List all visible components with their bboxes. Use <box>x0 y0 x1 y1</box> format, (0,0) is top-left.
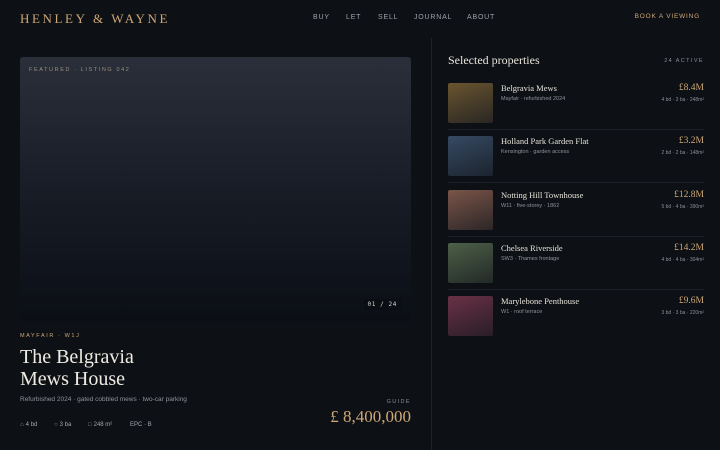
bed-icon: ⌂ <box>20 422 24 428</box>
spec-epc: EPC · B <box>130 422 152 428</box>
featured-title: The Belgravia Mews House <box>20 346 220 390</box>
bath-icon: ○ <box>54 422 58 428</box>
nav-buy[interactable]: BUY <box>313 14 330 21</box>
listing-separator <box>448 182 704 183</box>
listing-desc: SW3 · Thames frontage <box>501 256 560 262</box>
listing-specs: 2 bd · 2 ba · 148m² <box>661 150 704 156</box>
spec-baths-value: 3 ba <box>59 422 72 428</box>
listing-item[interactable]: Belgravia Mews Mayfair · refurbished 202… <box>448 83 704 123</box>
spec-area: □ 248 m² <box>88 422 112 428</box>
listing-desc: Kensington · garden access <box>501 149 570 155</box>
book-viewing-button[interactable]: BOOK A VIEWING <box>635 13 700 20</box>
column-divider <box>431 38 432 450</box>
spec-area-value: 248 m² <box>93 422 113 428</box>
nav-journal[interactable]: JOURNAL <box>414 14 452 21</box>
listing-name: Belgravia Mews <box>501 83 557 93</box>
listing-item[interactable]: Notting Hill Townhouse W11 · five-storey… <box>448 190 704 230</box>
listings-title: Selected properties <box>448 53 540 67</box>
listing-specs: 4 bd · 4 ba · 304m² <box>661 257 704 263</box>
featured-price: £ 8,400,000 <box>330 407 411 426</box>
listing-name: Marylebone Penthouse <box>501 296 580 306</box>
spec-beds: ⌂ 4 bd <box>20 422 37 428</box>
featured-locale: MAYFAIR · W1J <box>20 333 81 339</box>
listing-price: £8.4M <box>678 83 704 93</box>
listing-price: £12.8M <box>674 190 704 200</box>
main-nav: BUY LET SELL JOURNAL ABOUT <box>0 14 720 26</box>
listing-desc: W11 · five-storey · 1862 <box>501 203 560 209</box>
listing-price: £9.6M <box>678 296 704 306</box>
listing-specs: 3 bd · 3 ba · 220m² <box>661 310 704 316</box>
area-icon: □ <box>88 422 92 428</box>
listing-item[interactable]: Chelsea Riverside SW3 · Thames frontage … <box>448 243 704 283</box>
listing-thumbnail <box>448 296 493 336</box>
listing-price: £14.2M <box>674 243 704 253</box>
listing-desc: Mayfair · refurbished 2024 <box>501 96 566 102</box>
listing-separator <box>448 289 704 290</box>
listing-thumbnail <box>448 243 493 283</box>
listing-thumbnail <box>448 136 493 176</box>
featured-title-line1: The Belgravia <box>20 346 134 368</box>
listing-name: Holland Park Garden Flat <box>501 136 589 146</box>
listing-specs: 5 bd · 4 ba · 390m² <box>661 204 704 210</box>
featured-title-line2: Mews House <box>20 368 125 390</box>
nav-sell[interactable]: SELL <box>378 14 398 21</box>
guide-label: GUIDE <box>386 399 411 405</box>
listings-count: 24 ACTIVE <box>664 58 704 64</box>
listing-desc: W1 · roof terrace <box>501 309 543 315</box>
listing-separator <box>448 236 704 237</box>
listing-item[interactable]: Marylebone Penthouse W1 · roof terrace £… <box>448 296 704 336</box>
featured-subtitle: Refurbished 2024 · gated cobbled mews · … <box>20 396 187 403</box>
spec-beds-value: 4 bd <box>25 422 38 428</box>
featured-hero-image[interactable]: FEATURED · LISTING 042 01 / 24 <box>20 57 411 321</box>
featured-tag: FEATURED · LISTING 042 <box>29 67 131 73</box>
nav-let[interactable]: LET <box>346 14 361 21</box>
listing-separator <box>448 129 704 130</box>
image-counter: 01 / 24 <box>363 299 401 310</box>
listing-item[interactable]: Holland Park Garden Flat Kensington · ga… <box>448 136 704 176</box>
listing-price: £3.2M <box>678 136 704 146</box>
spec-baths: ○ 3 ba <box>54 422 71 428</box>
listing-thumbnail <box>448 190 493 230</box>
listing-thumbnail <box>448 83 493 123</box>
listing-specs: 4 bd · 3 ba · 248m² <box>661 97 704 103</box>
nav-about[interactable]: ABOUT <box>467 14 495 21</box>
listing-name: Notting Hill Townhouse <box>501 190 584 200</box>
site-header: HENLEY & WAYNE BUY LET SELL JOURNAL ABOU… <box>0 0 720 38</box>
listing-name: Chelsea Riverside <box>501 243 563 253</box>
